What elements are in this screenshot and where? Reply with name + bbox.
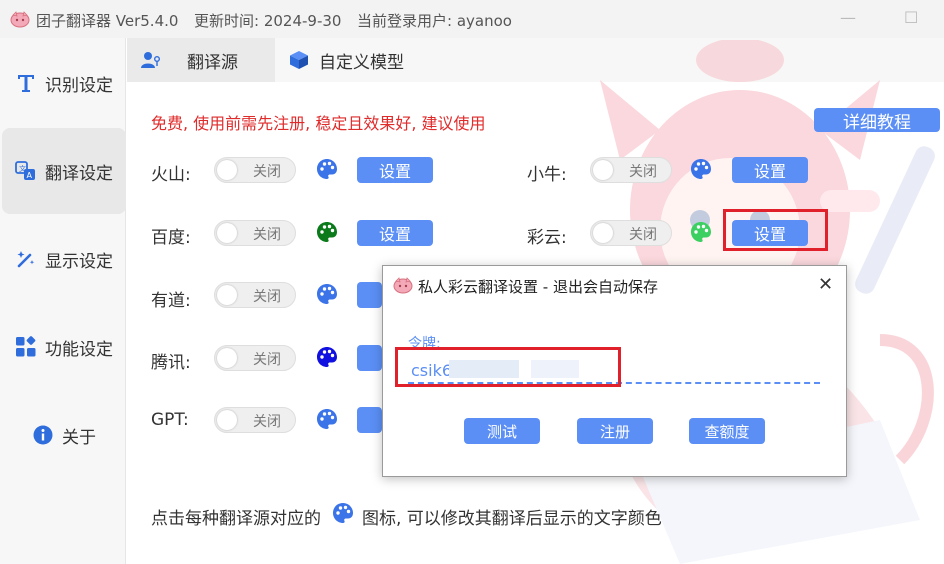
caiyun-settings-dialog: 私人彩云翻译设置 - 退出会自动保存 ✕ 令牌: 测试 注册 查额度 xyxy=(382,265,847,477)
app-logo-icon xyxy=(393,277,413,294)
maximize-button[interactable]: ☐ xyxy=(904,8,918,27)
highlight-box-caiyun-settings xyxy=(723,209,828,251)
source-toggle[interactable]: 关闭 xyxy=(214,407,296,433)
source-toggle[interactable]: 关闭 xyxy=(214,345,296,371)
source-toggle[interactable]: 关闭 xyxy=(214,157,296,183)
user-key-icon xyxy=(141,51,161,69)
settings-button-xiaoniu[interactable]: 设置 xyxy=(732,157,808,183)
palette-icon[interactable] xyxy=(316,283,338,305)
sidebar: 识别设定 文A 翻译设定 显示设定 功能设定 关于 xyxy=(0,38,126,564)
svg-text:文: 文 xyxy=(19,164,26,173)
source-label: 彩云: xyxy=(527,228,567,248)
test-button[interactable]: 测试 xyxy=(464,418,540,444)
source-label: 百度: xyxy=(151,228,191,248)
source-label: 火山: xyxy=(151,165,191,185)
source-toggle[interactable]: 关闭 xyxy=(214,282,296,308)
source-toggle[interactable]: 关闭 xyxy=(214,220,296,246)
palette-hint-before: 点击每种翻译源对应的 xyxy=(151,509,321,529)
apps-grid-icon xyxy=(15,336,37,358)
source-label: 小牛: xyxy=(527,165,567,185)
settings-button-gpt[interactable] xyxy=(357,407,382,433)
dialog-title-bar: 私人彩云翻译设置 - 退出会自动保存 ✕ xyxy=(383,266,846,304)
tab-label: 自定义模型 xyxy=(319,52,404,73)
palette-icon[interactable] xyxy=(690,221,712,243)
sidebar-item-recognition[interactable]: 识别设定 xyxy=(2,40,126,126)
translate-icon: 文A xyxy=(15,160,37,182)
tab-custom-model[interactable]: 自定义模型 xyxy=(289,38,459,82)
palette-icon[interactable] xyxy=(690,158,712,180)
app-title: 团子翻译器 Ver5.4.0 xyxy=(36,12,179,30)
source-label: 有道: xyxy=(151,291,191,311)
tutorial-button[interactable]: 详细教程 xyxy=(814,108,940,133)
source-toggle[interactable]: 关闭 xyxy=(590,157,672,183)
sidebar-item-label: 显示设定 xyxy=(45,251,113,272)
check-quota-button[interactable]: 查额度 xyxy=(689,418,765,444)
app-logo-icon xyxy=(10,11,30,28)
close-icon[interactable]: ✕ xyxy=(818,274,833,295)
source-toggle[interactable]: 关闭 xyxy=(590,220,672,246)
current-user: 当前登录用户: ayanoo xyxy=(357,12,512,30)
palette-icon xyxy=(333,503,353,523)
info-icon xyxy=(32,424,54,446)
sidebar-item-label: 功能设定 xyxy=(45,339,113,360)
settings-button-youdao[interactable] xyxy=(357,282,382,308)
sidebar-item-label: 关于 xyxy=(62,427,96,448)
dialog-title: 私人彩云翻译设置 - 退出会自动保存 xyxy=(418,278,658,296)
sidebar-item-label: 翻译设定 xyxy=(45,163,113,184)
palette-icon[interactable] xyxy=(316,221,338,243)
palette-icon[interactable] xyxy=(316,158,338,180)
cube-icon xyxy=(289,50,309,70)
source-label: 腾讯: xyxy=(151,353,191,373)
sidebar-item-display[interactable]: 显示设定 xyxy=(2,216,126,302)
highlight-box-token xyxy=(395,347,621,387)
settings-button-baidu[interactable]: 设置 xyxy=(357,220,433,246)
text-t-icon xyxy=(15,72,37,94)
minimize-button[interactable]: — xyxy=(840,8,856,27)
palette-hint-after: 图标, 可以修改其翻译后显示的文字颜色 xyxy=(362,509,662,529)
tab-label: 翻译源 xyxy=(187,52,238,73)
caiyun-notice: 免费, 使用前需先注册, 稳定且效果好, 建议使用 xyxy=(151,114,486,133)
palette-icon[interactable] xyxy=(316,346,338,368)
sidebar-item-function[interactable]: 功能设定 xyxy=(2,304,126,390)
svg-text:A: A xyxy=(27,171,33,180)
update-time: 更新时间: 2024-9-30 xyxy=(194,12,342,30)
sidebar-item-translation[interactable]: 文A 翻译设定 xyxy=(2,128,126,214)
tab-translation-source[interactable]: 翻译源 xyxy=(127,38,275,82)
palette-icon[interactable] xyxy=(316,408,338,430)
sidebar-item-label: 识别设定 xyxy=(45,75,113,96)
title-bar: 团子翻译器 Ver5.4.0 更新时间: 2024-9-30 当前登录用户: a… xyxy=(0,0,944,38)
settings-button-tencent[interactable] xyxy=(357,345,382,371)
register-button[interactable]: 注册 xyxy=(577,418,653,444)
sidebar-item-about[interactable]: 关于 xyxy=(2,392,126,478)
settings-button-huoshan[interactable]: 设置 xyxy=(357,157,433,183)
source-label: GPT: xyxy=(151,410,189,430)
magic-wand-icon xyxy=(15,248,37,270)
